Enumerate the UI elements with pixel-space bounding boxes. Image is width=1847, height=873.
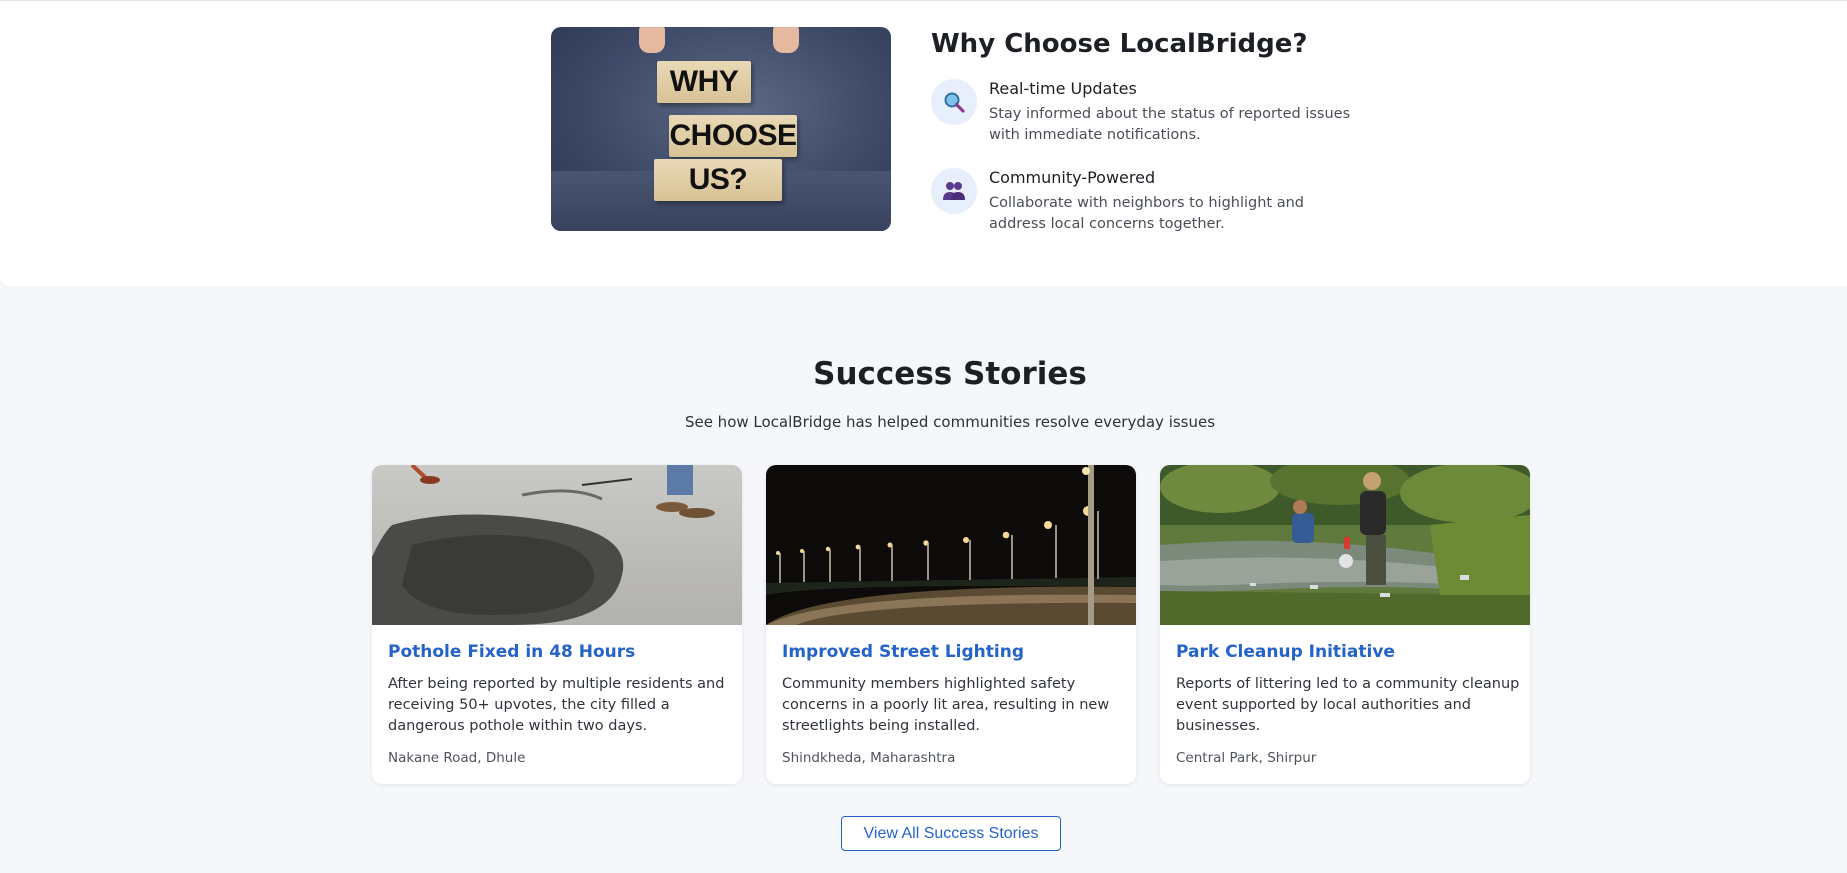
why-choose-section: WHY CHOOSE US? Why Choose LocalBridge? R… (0, 0, 1847, 286)
block-word: US? (654, 159, 782, 201)
pothole-repair-photo (372, 465, 742, 625)
block-word: WHY (657, 61, 751, 103)
story-location: Shindkheda, Maharashtra (782, 750, 956, 766)
success-stories-subtitle: See how LocalBridge has helped communiti… (684, 413, 1216, 431)
magnifier-icon (931, 79, 977, 125)
story-location: Nakane Road, Dhule (388, 750, 526, 766)
success-stories-title: Success Stories (813, 356, 1087, 392)
story-description: After being reported by multiple residen… (388, 676, 725, 734)
view-all-success-stories-button[interactable]: View All Success Stories (841, 816, 1061, 851)
story-card[interactable]: Improved Street Lighting Community membe… (766, 465, 1136, 784)
why-choose-heading: Why Choose LocalBridge? (931, 29, 1308, 59)
story-title[interactable]: Improved Street Lighting (782, 642, 1024, 662)
why-choose-us-image: WHY CHOOSE US? (551, 27, 891, 231)
feature-description: Collaborate with neighbors to highlight … (989, 195, 1304, 232)
feature-description: Stay informed about the status of report… (989, 106, 1351, 143)
story-card[interactable]: Park Cleanup Initiative Reports of litte… (1160, 465, 1530, 784)
story-title[interactable]: Pothole Fixed in 48 Hours (388, 642, 635, 662)
story-description: Community members highlighted safety con… (782, 676, 1110, 734)
story-location: Central Park, Shirpur (1176, 750, 1317, 766)
feature-title: Real-time Updates (989, 79, 1137, 98)
street-lights-photo (766, 465, 1136, 625)
park-cleanup-photo (1160, 465, 1530, 625)
block-word: CHOOSE (669, 115, 797, 157)
people-icon (931, 168, 977, 214)
feature-item: Community-Powered Collaborate with neigh… (931, 168, 1351, 238)
story-description: Reports of littering led to a community … (1176, 676, 1520, 734)
feature-item: Real-time Updates Stay informed about th… (931, 79, 1351, 149)
story-title[interactable]: Park Cleanup Initiative (1176, 642, 1395, 662)
story-card[interactable]: Pothole Fixed in 48 Hours After being re… (372, 465, 742, 784)
feature-title: Community-Powered (989, 168, 1156, 187)
